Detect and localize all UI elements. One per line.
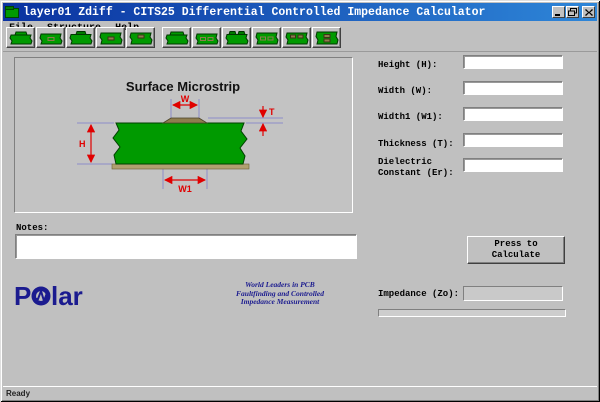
- thickness-label: Thickness (T):: [378, 139, 464, 150]
- restore-button[interactable]: [566, 6, 579, 18]
- differential-offset-stripline-icon: [285, 30, 309, 46]
- toolbar-button-embedded-microstrip[interactable]: [36, 27, 65, 48]
- toolbar-button-stripline[interactable]: [96, 27, 125, 48]
- polar-logo: P lar: [14, 282, 110, 315]
- differential-stripline-icon: [255, 30, 279, 46]
- dimension-h-label: H: [79, 139, 86, 149]
- offset-stripline-icon: [129, 30, 153, 46]
- app-icon: [5, 6, 19, 18]
- diagram-title: Surface Microstrip: [126, 79, 240, 94]
- close-button[interactable]: [582, 6, 595, 18]
- progress-bar: [378, 309, 566, 317]
- polar-logo-text-right: lar: [51, 282, 83, 310]
- height-input[interactable]: [463, 55, 563, 69]
- copper-trace: [163, 118, 207, 123]
- restore-icon: [568, 8, 577, 16]
- embedded-microstrip-icon: [39, 30, 63, 46]
- notes-label: Notes:: [16, 223, 48, 233]
- toolbar: [3, 27, 597, 52]
- toolbar-button-differential-embedded-microstrip[interactable]: [192, 27, 221, 48]
- dimension-t-label: T: [269, 107, 275, 117]
- toolbar-button-coated-microstrip[interactable]: [66, 27, 95, 48]
- titlebar[interactable]: layer01 Zdiff - CITS25 Differential Cont…: [3, 3, 597, 21]
- toolbar-button-surface-microstrip[interactable]: [6, 27, 35, 48]
- differential-coated-microstrip-icon: [225, 30, 249, 46]
- toolbar-button-differential-stripline[interactable]: [252, 27, 281, 48]
- window-title: layer01 Zdiff - CITS25 Differential Cont…: [23, 6, 551, 19]
- width-label: Width (W):: [378, 86, 464, 97]
- dielectric-constant-input[interactable]: [463, 158, 563, 172]
- impedance-label: Impedance (Zo):: [378, 289, 459, 299]
- toolbar-button-differential-offset-stripline[interactable]: [282, 27, 311, 48]
- surface-microstrip-icon: [9, 30, 33, 46]
- structure-diagram-panel: Surface Microstrip: [14, 57, 353, 213]
- substrate: [113, 123, 247, 164]
- ground-plane: [112, 164, 249, 169]
- statusbar: Ready: [3, 386, 597, 399]
- notes-input[interactable]: [15, 234, 357, 259]
- differential-surface-microstrip-icon: [165, 30, 189, 46]
- toolbar-button-differential-broadside-stripline[interactable]: [312, 27, 341, 48]
- minimize-icon: [554, 8, 563, 16]
- width1-input[interactable]: [463, 107, 563, 121]
- surface-microstrip-diagram: Surface Microstrip: [15, 58, 352, 212]
- dimension-w-label: W: [181, 94, 190, 104]
- toolbar-button-differential-coated-microstrip[interactable]: [222, 27, 251, 48]
- differential-embedded-microstrip-icon: [195, 30, 219, 46]
- app-window: layer01 Zdiff - CITS25 Differential Cont…: [0, 0, 600, 402]
- status-text: Ready: [6, 389, 30, 398]
- impedance-output-field: [463, 286, 563, 301]
- polar-logo-text-left: P: [14, 282, 31, 310]
- company-slogan: World Leaders in PCB Faultfinding and Co…: [202, 281, 358, 307]
- thickness-input[interactable]: [463, 133, 563, 147]
- dimension-w1-label: W1: [178, 184, 192, 194]
- close-icon: [585, 9, 593, 16]
- calculate-button[interactable]: Press to Calculate: [467, 236, 565, 264]
- coated-microstrip-icon: [69, 30, 93, 46]
- width1-label: Width1 (W1):: [378, 112, 464, 123]
- minimize-button[interactable]: [552, 6, 565, 18]
- dielectric-constant-label: Dielectric Constant (Er):: [378, 157, 464, 179]
- toolbar-button-differential-surface-microstrip[interactable]: [162, 27, 191, 48]
- height-label: Height (H):: [378, 60, 464, 71]
- stripline-icon: [99, 30, 123, 46]
- width-input[interactable]: [463, 81, 563, 95]
- differential-broadside-stripline-icon: [315, 30, 339, 46]
- toolbar-button-offset-stripline[interactable]: [126, 27, 155, 48]
- polar-logo-o-icon: [32, 287, 51, 306]
